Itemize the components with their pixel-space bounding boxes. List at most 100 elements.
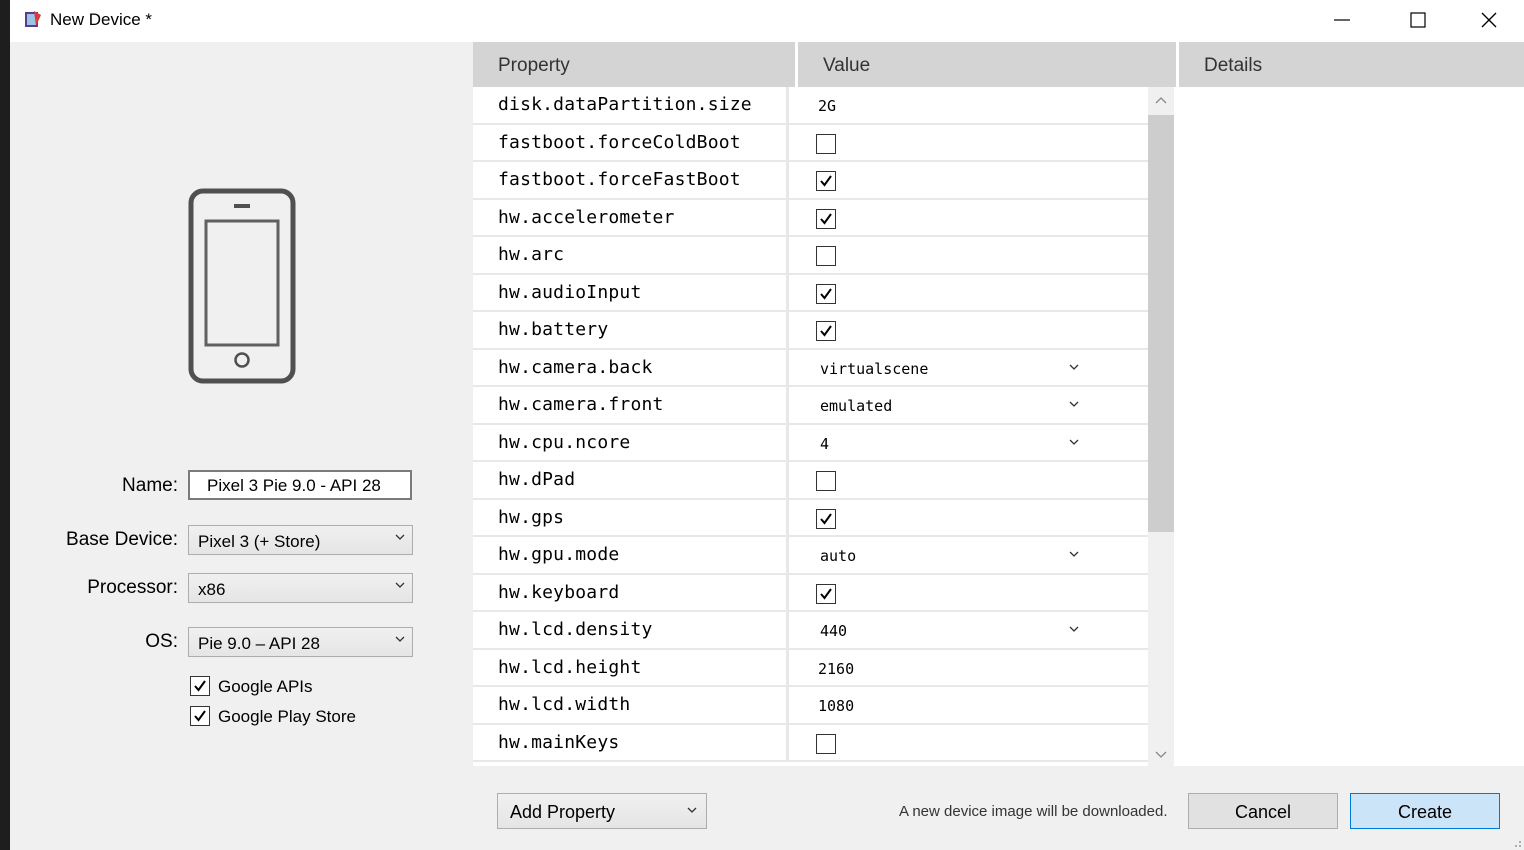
maximize-icon (1410, 12, 1426, 28)
chevron-down-icon[interactable] (1069, 399, 1079, 409)
checkmark-icon (820, 325, 832, 337)
value-checkbox[interactable] (816, 133, 836, 154)
name-label: Name: (122, 475, 178, 496)
value-checkbox[interactable] (816, 583, 836, 604)
grid-row[interactable]: disk.dataPartition.size 2G (473, 87, 1148, 125)
chevron-down-icon[interactable] (1069, 362, 1079, 372)
value-select[interactable]: 440 (820, 622, 847, 640)
property-rows: disk.dataPartition.size 2G fastboot.forceC… (473, 87, 1148, 766)
window-title: New Device * (50, 10, 153, 29)
cancel-button[interactable]: Cancel (1188, 793, 1338, 829)
property-name: disk.dataPartition.size (498, 94, 752, 115)
grid-row[interactable]: hw.camera.back virtualscene (473, 349, 1148, 387)
chevron-down-icon[interactable] (1069, 624, 1079, 634)
value-checkbox[interactable] (816, 283, 836, 304)
grid-row[interactable]: hw.audioInput (473, 274, 1148, 312)
cell-divider (786, 499, 789, 535)
value-text-input[interactable]: 2G (818, 97, 836, 115)
background-edge (0, 0, 10, 850)
value-select[interactable]: 4 (820, 435, 829, 453)
value-checkbox[interactable] (816, 508, 836, 529)
processor-select[interactable]: x86 (188, 573, 413, 603)
name-input[interactable]: Pixel 3 Pie 9.0 - API 28 (188, 470, 412, 500)
minimize-button[interactable] (1307, 0, 1377, 40)
grid-row[interactable]: hw.gpu.mode auto (473, 537, 1148, 575)
app-icon (24, 10, 42, 28)
grid-row[interactable]: hw.accelerometer (473, 199, 1148, 237)
add-property-dropdown[interactable]: Add Property (497, 793, 707, 829)
grid-row[interactable]: hw.lcd.density 440 (473, 612, 1148, 650)
grid-row[interactable]: hw.camera.front emulated (473, 387, 1148, 425)
scroll-down-icon[interactable] (1155, 750, 1167, 760)
cell-divider (786, 537, 789, 573)
checkmark-icon (820, 512, 832, 525)
value-select[interactable]: auto (820, 547, 856, 565)
google-apis-label: Google APIs (218, 677, 313, 696)
grid-row[interactable]: fastboot.forceColdBoot (473, 124, 1148, 162)
grid-row[interactable]: hw.mainKeys (473, 724, 1148, 762)
property-name: fastboot.forceFastBoot (498, 169, 741, 190)
value-text-input[interactable]: 1080 (818, 697, 854, 715)
value-checkbox[interactable] (816, 246, 836, 266)
grid-row[interactable]: hw.keyboard (473, 574, 1148, 612)
cell-divider (786, 649, 789, 685)
base-device-label: Base Device: (66, 529, 178, 550)
close-button[interactable] (1454, 0, 1524, 40)
close-icon (1481, 12, 1497, 28)
property-name: hw.lcd.density (498, 619, 653, 640)
base-device-select[interactable]: Pixel 3 (+ Store) (188, 525, 413, 555)
checkmark-icon (820, 175, 832, 187)
resize-grip-icon[interactable] (1512, 838, 1522, 848)
os-select[interactable]: Pie 9.0 – API 28 (188, 627, 413, 657)
property-name: hw.keyboard (498, 581, 620, 603)
value-text-input[interactable]: 2160 (818, 660, 854, 678)
checkmark-icon (194, 710, 206, 722)
grid-row[interactable]: hw.lcd.width 1080 (473, 687, 1148, 725)
chevron-down-icon[interactable] (1069, 437, 1079, 447)
value-column-header[interactable]: Value (798, 42, 1176, 87)
cell-divider (786, 387, 789, 423)
cell-divider (786, 87, 789, 123)
grid-row[interactable]: hw.arc (473, 237, 1148, 275)
create-button[interactable]: Create (1350, 793, 1500, 829)
google-play-store-label: Google Play Store (218, 707, 356, 726)
maximize-button[interactable] (1383, 0, 1453, 40)
property-name: hw.lcd.width (498, 694, 631, 715)
chevron-down-icon[interactable] (1069, 549, 1079, 559)
cell-divider (786, 199, 789, 235)
phone-icon (188, 188, 296, 389)
property-name: hw.battery (498, 319, 609, 340)
grid-row[interactable]: hw.battery (473, 312, 1148, 350)
chevron-down-icon (687, 807, 697, 813)
chevron-down-icon (395, 582, 405, 588)
value-select[interactable]: virtualscene (820, 360, 928, 378)
cell-divider (786, 237, 789, 273)
google-play-store-checkbox[interactable] (190, 706, 210, 726)
add-property-label: Add Property (510, 802, 616, 822)
os-label: OS: (145, 631, 178, 652)
value-select[interactable]: emulated (820, 397, 892, 415)
vertical-scrollbar[interactable] (1148, 87, 1174, 766)
value-checkbox[interactable] (816, 208, 836, 229)
cell-divider (786, 612, 789, 648)
grid-row[interactable]: hw.cpu.ncore 4 (473, 424, 1148, 462)
value-checkbox[interactable] (816, 321, 836, 341)
value-checkbox[interactable] (816, 171, 836, 191)
grid-row[interactable]: hw.gps (473, 499, 1148, 537)
google-apis-checkbox[interactable] (190, 676, 210, 696)
scroll-up-icon[interactable] (1155, 95, 1167, 105)
value-checkbox[interactable] (816, 471, 836, 491)
value-checkbox[interactable] (816, 733, 836, 754)
chevron-down-icon (395, 534, 405, 540)
property-column-header[interactable]: Property (473, 42, 795, 87)
cell-divider (786, 162, 789, 198)
scrollbar-thumb[interactable] (1148, 115, 1174, 532)
checkmark-icon (820, 212, 832, 225)
cell-divider (786, 424, 789, 460)
grid-row[interactable]: fastboot.forceFastBoot (473, 162, 1148, 200)
title-bar: New Device * (10, 0, 1524, 42)
grid-row[interactable]: hw.dPad (473, 462, 1148, 500)
grid-row[interactable]: hw.lcd.height 2160 (473, 649, 1148, 687)
property-name: hw.arc (498, 244, 565, 265)
cell-divider (786, 687, 789, 723)
